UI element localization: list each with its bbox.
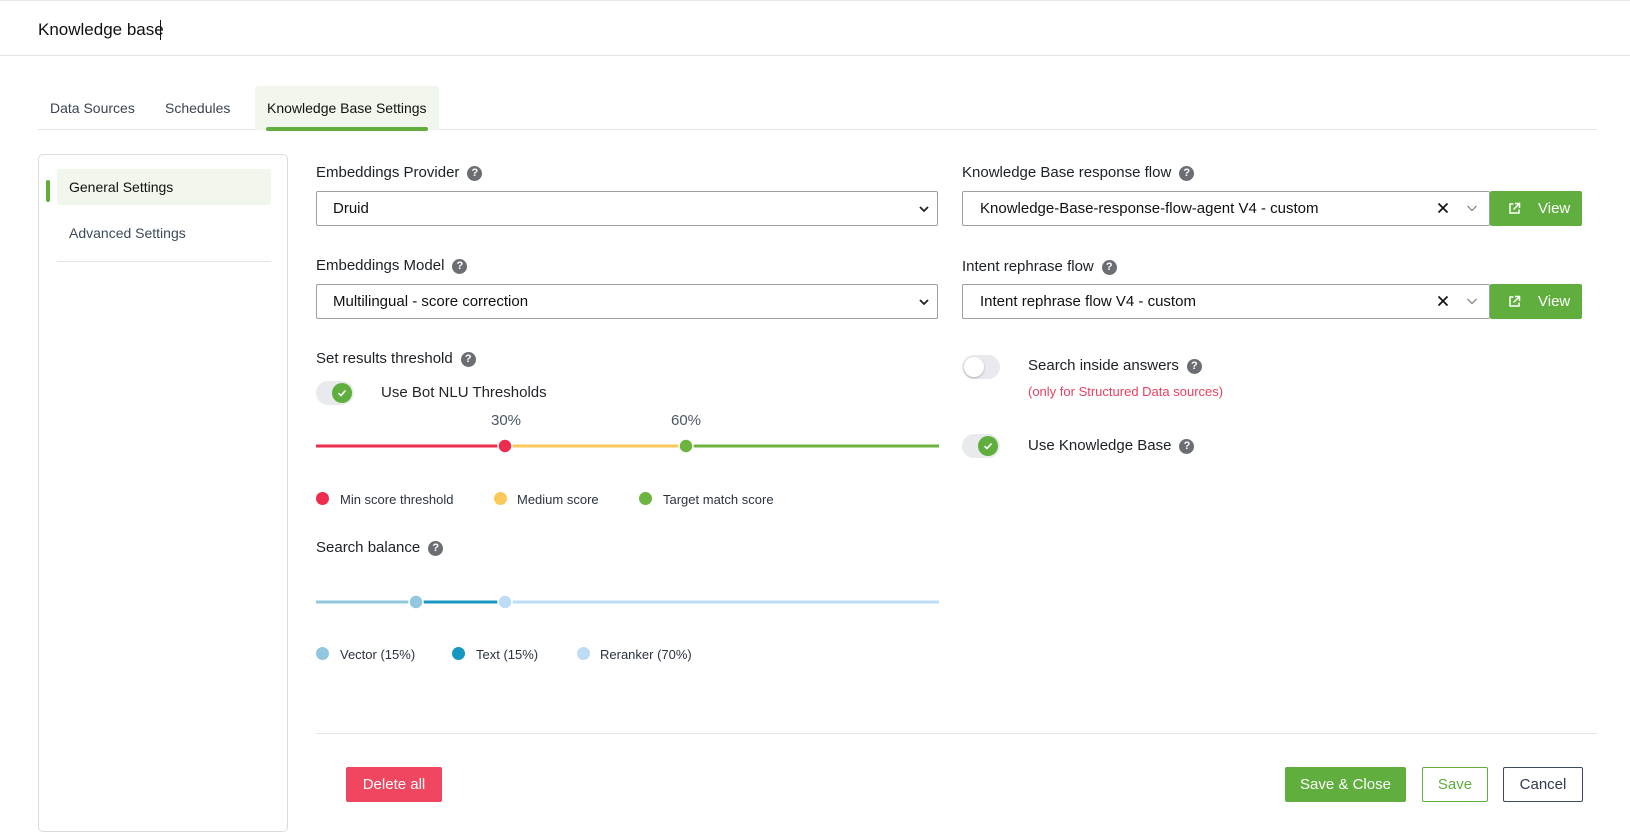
save-close-button[interactable]: Save & Close (1285, 767, 1406, 802)
active-marker (46, 180, 50, 202)
kb-response-flow-value: Knowledge-Base-response-flow-agent V4 - … (980, 200, 1319, 217)
min-score-legend-dot (316, 492, 329, 505)
target-score-legend-label: Target match score (663, 492, 774, 507)
tab-knowledge-base-settings[interactable]: Knowledge Base Settings (255, 86, 439, 131)
text-legend-dot (452, 647, 465, 660)
embeddings-model-value: Multilingual - score correction (333, 293, 529, 310)
help-icon[interactable]: ? (1101, 260, 1117, 275)
embeddings-provider-select[interactable]: Druid (316, 191, 938, 226)
chevron-down-icon (919, 206, 929, 213)
tab-schedules[interactable]: Schedules (153, 86, 242, 130)
threshold-slider[interactable] (316, 436, 939, 456)
search-inside-answers-note: (only for Structured Data sources) (1028, 384, 1224, 399)
toggle-knob (332, 383, 352, 403)
text-caret (160, 20, 161, 40)
sidebar-item-advanced-settings[interactable]: Advanced Settings (57, 215, 271, 251)
clear-icon[interactable] (1435, 200, 1451, 216)
check-icon (337, 389, 347, 397)
help-icon[interactable]: ? (1186, 359, 1202, 374)
intent-rephrase-flow-value: Intent rephrase flow V4 - custom (980, 293, 1196, 310)
chevron-down-icon[interactable] (1465, 294, 1479, 308)
min-score-legend-label: Min score threshold (340, 492, 454, 507)
toggle-knob (978, 436, 998, 456)
intent-rephrase-flow-label: Intent rephrase flow? (962, 258, 1117, 275)
embeddings-provider-value: Druid (333, 200, 369, 217)
reranker-legend-label: Reranker (70%) (600, 647, 692, 662)
help-icon[interactable]: ? (452, 259, 468, 274)
target-threshold-percent: 60% (671, 412, 702, 429)
delete-all-button[interactable]: Delete all (346, 767, 442, 802)
sidebar-divider (57, 261, 271, 262)
help-icon[interactable]: ? (1179, 166, 1195, 181)
chevron-down-icon[interactable] (1465, 201, 1479, 215)
target-threshold-handle[interactable] (678, 438, 694, 454)
tab-data-sources[interactable]: Data Sources (38, 86, 147, 130)
threshold-label: Set results threshold? (316, 350, 476, 367)
min-threshold-percent: 30% (491, 412, 522, 429)
reranker-handle[interactable] (497, 594, 513, 610)
page-title[interactable]: Knowledge base (38, 20, 164, 40)
use-bot-nlu-toggle[interactable] (316, 381, 354, 405)
help-icon[interactable]: ? (467, 166, 483, 181)
toggle-knob (964, 357, 984, 377)
cancel-button[interactable]: Cancel (1503, 767, 1583, 802)
intent-rephrase-flow-select[interactable]: Intent rephrase flow V4 - custom (962, 284, 1490, 319)
search-inside-answers-label: Search inside answers? (1028, 357, 1202, 374)
intent-rephrase-flow-view-button[interactable]: View (1490, 284, 1582, 319)
use-bot-nlu-label: Use Bot NLU Thresholds (381, 384, 547, 401)
vector-handle[interactable] (408, 594, 424, 610)
medium-score-legend-dot (494, 492, 507, 505)
search-balance-label: Search balance? (316, 539, 444, 556)
help-icon[interactable]: ? (428, 541, 444, 556)
tab-bar: Data Sources Schedules Knowledge Base Se… (38, 86, 1597, 131)
embeddings-model-select[interactable]: Multilingual - score correction (316, 284, 938, 319)
reranker-legend-dot (577, 647, 590, 660)
external-link-icon (1509, 295, 1521, 307)
use-knowledge-base-label: Use Knowledge Base? (1028, 437, 1195, 454)
check-icon (983, 442, 993, 450)
text-legend-label: Text (15%) (476, 647, 539, 662)
search-inside-answers-toggle[interactable] (962, 355, 1000, 379)
help-icon[interactable]: ? (1179, 439, 1195, 454)
medium-score-legend-label: Medium score (517, 492, 599, 507)
target-score-legend-dot (639, 492, 652, 505)
vector-legend-dot (316, 647, 329, 660)
footer-divider (316, 733, 1597, 734)
min-threshold-handle[interactable] (497, 438, 513, 454)
sidebar-item-general-settings[interactable]: General Settings (57, 169, 271, 205)
settings-sidebar: General Settings Advanced Settings (38, 154, 288, 832)
external-link-icon (1509, 202, 1521, 214)
page-header: Knowledge base (0, 3, 1630, 56)
kb-response-flow-label: Knowledge Base response flow? (962, 164, 1195, 181)
embeddings-model-label: Embeddings Model? (316, 257, 468, 274)
save-button[interactable]: Save (1422, 767, 1488, 802)
search-balance-slider[interactable] (316, 592, 939, 612)
vector-legend-label: Vector (15%) (340, 647, 416, 662)
chevron-down-icon (919, 299, 929, 306)
clear-icon[interactable] (1435, 293, 1451, 309)
use-knowledge-base-toggle[interactable] (962, 434, 1000, 458)
kb-response-flow-select[interactable]: Knowledge-Base-response-flow-agent V4 - … (962, 191, 1490, 226)
embeddings-provider-label: Embeddings Provider? (316, 164, 483, 181)
help-icon[interactable]: ? (460, 352, 476, 367)
kb-response-flow-view-button[interactable]: View (1490, 191, 1582, 226)
